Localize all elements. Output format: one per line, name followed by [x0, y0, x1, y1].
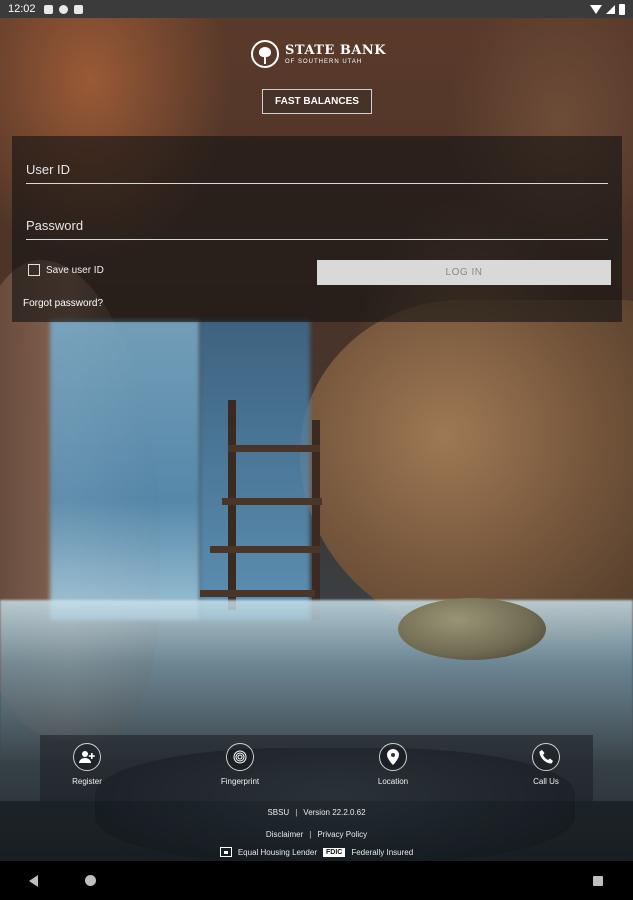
disclaimer-link[interactable]: Disclaimer [266, 830, 303, 839]
version-line: SBSU | Version 22.2.0.62 [0, 806, 633, 818]
back-icon[interactable] [29, 874, 38, 887]
bank-name: STATE BANK [285, 42, 387, 58]
recent-apps-icon[interactable] [593, 875, 603, 886]
ladder-rung [222, 498, 322, 505]
add-person-icon [73, 743, 101, 771]
fdic-logo: FDIC [323, 847, 346, 857]
regulatory-line: Equal Housing Lender FDIC Federally Insu… [0, 846, 633, 858]
bank-subtitle: OF SOUTHERN UTAH [285, 58, 363, 65]
status-bar: 12:02 [0, 0, 633, 18]
login-button[interactable]: LOG IN [317, 260, 611, 285]
equal-housing-icon [219, 847, 232, 857]
equal-housing-label: Equal Housing Lender [237, 847, 317, 857]
save-user-id-checkbox[interactable] [28, 264, 40, 276]
ladder-rung [200, 590, 315, 597]
federally-insured-label: Federally Insured [351, 847, 414, 857]
login-panel: Save user ID LOG IN Forgot password? [12, 136, 622, 322]
system-nav-bar [0, 861, 633, 900]
ladder-rail [228, 400, 236, 610]
ladder-rung [228, 445, 320, 452]
user-id-field-container [26, 156, 608, 184]
sim-icon [73, 4, 83, 14]
location-pin-icon [379, 743, 407, 771]
call-us-label: Call Us [533, 777, 559, 786]
password-input[interactable] [26, 212, 608, 239]
app-version: Version 22.2.0.62 [303, 807, 366, 817]
canyon-wall-right [300, 300, 633, 640]
bank-logo: STATE BANK OF SOUTHERN UTAH [251, 40, 386, 68]
save-user-id-toggle[interactable]: Save user ID [28, 264, 104, 276]
separator: | [295, 807, 298, 817]
wifi-icon [590, 4, 602, 14]
fingerprint-action[interactable]: Fingerprint [200, 743, 280, 786]
footer: SBSU | Version 22.2.0.62 Disclaimer | Pr… [0, 801, 633, 861]
battery-icon [619, 3, 625, 15]
fingerprint-icon [226, 743, 254, 771]
waterfall-left [50, 320, 200, 620]
call-us-action[interactable]: Call Us [506, 743, 586, 786]
signal-icon [606, 4, 615, 14]
location-action[interactable]: Location [353, 743, 433, 786]
save-user-id-label: Save user ID [46, 264, 104, 276]
boulder [398, 598, 546, 660]
password-field-container [26, 212, 608, 240]
location-label: Location [377, 777, 409, 786]
forgot-password-link[interactable]: Forgot password? [23, 298, 103, 309]
phone-icon [532, 743, 560, 771]
app-name: SBSU [267, 807, 290, 817]
fast-balances-button[interactable]: FAST BALANCES [262, 89, 372, 114]
user-id-input[interactable] [26, 156, 608, 183]
home-icon[interactable] [85, 875, 96, 886]
legal-links: Disclaimer | Privacy Policy [0, 828, 633, 840]
waterfall-right [200, 320, 310, 620]
separator: | [309, 829, 312, 839]
quick-actions-bar: Register Fingerprint Location Call Us [40, 735, 593, 801]
fingerprint-label: Fingerprint [220, 777, 260, 786]
notification-icon [43, 4, 53, 14]
register-action[interactable]: Register [47, 743, 127, 786]
ladder-rung [210, 546, 320, 553]
tree-logo-icon [251, 40, 279, 68]
status-time: 12:02 [8, 3, 36, 15]
register-label: Register [72, 777, 102, 786]
privacy-policy-link[interactable]: Privacy Policy [317, 830, 367, 839]
location-app-icon [58, 4, 68, 14]
